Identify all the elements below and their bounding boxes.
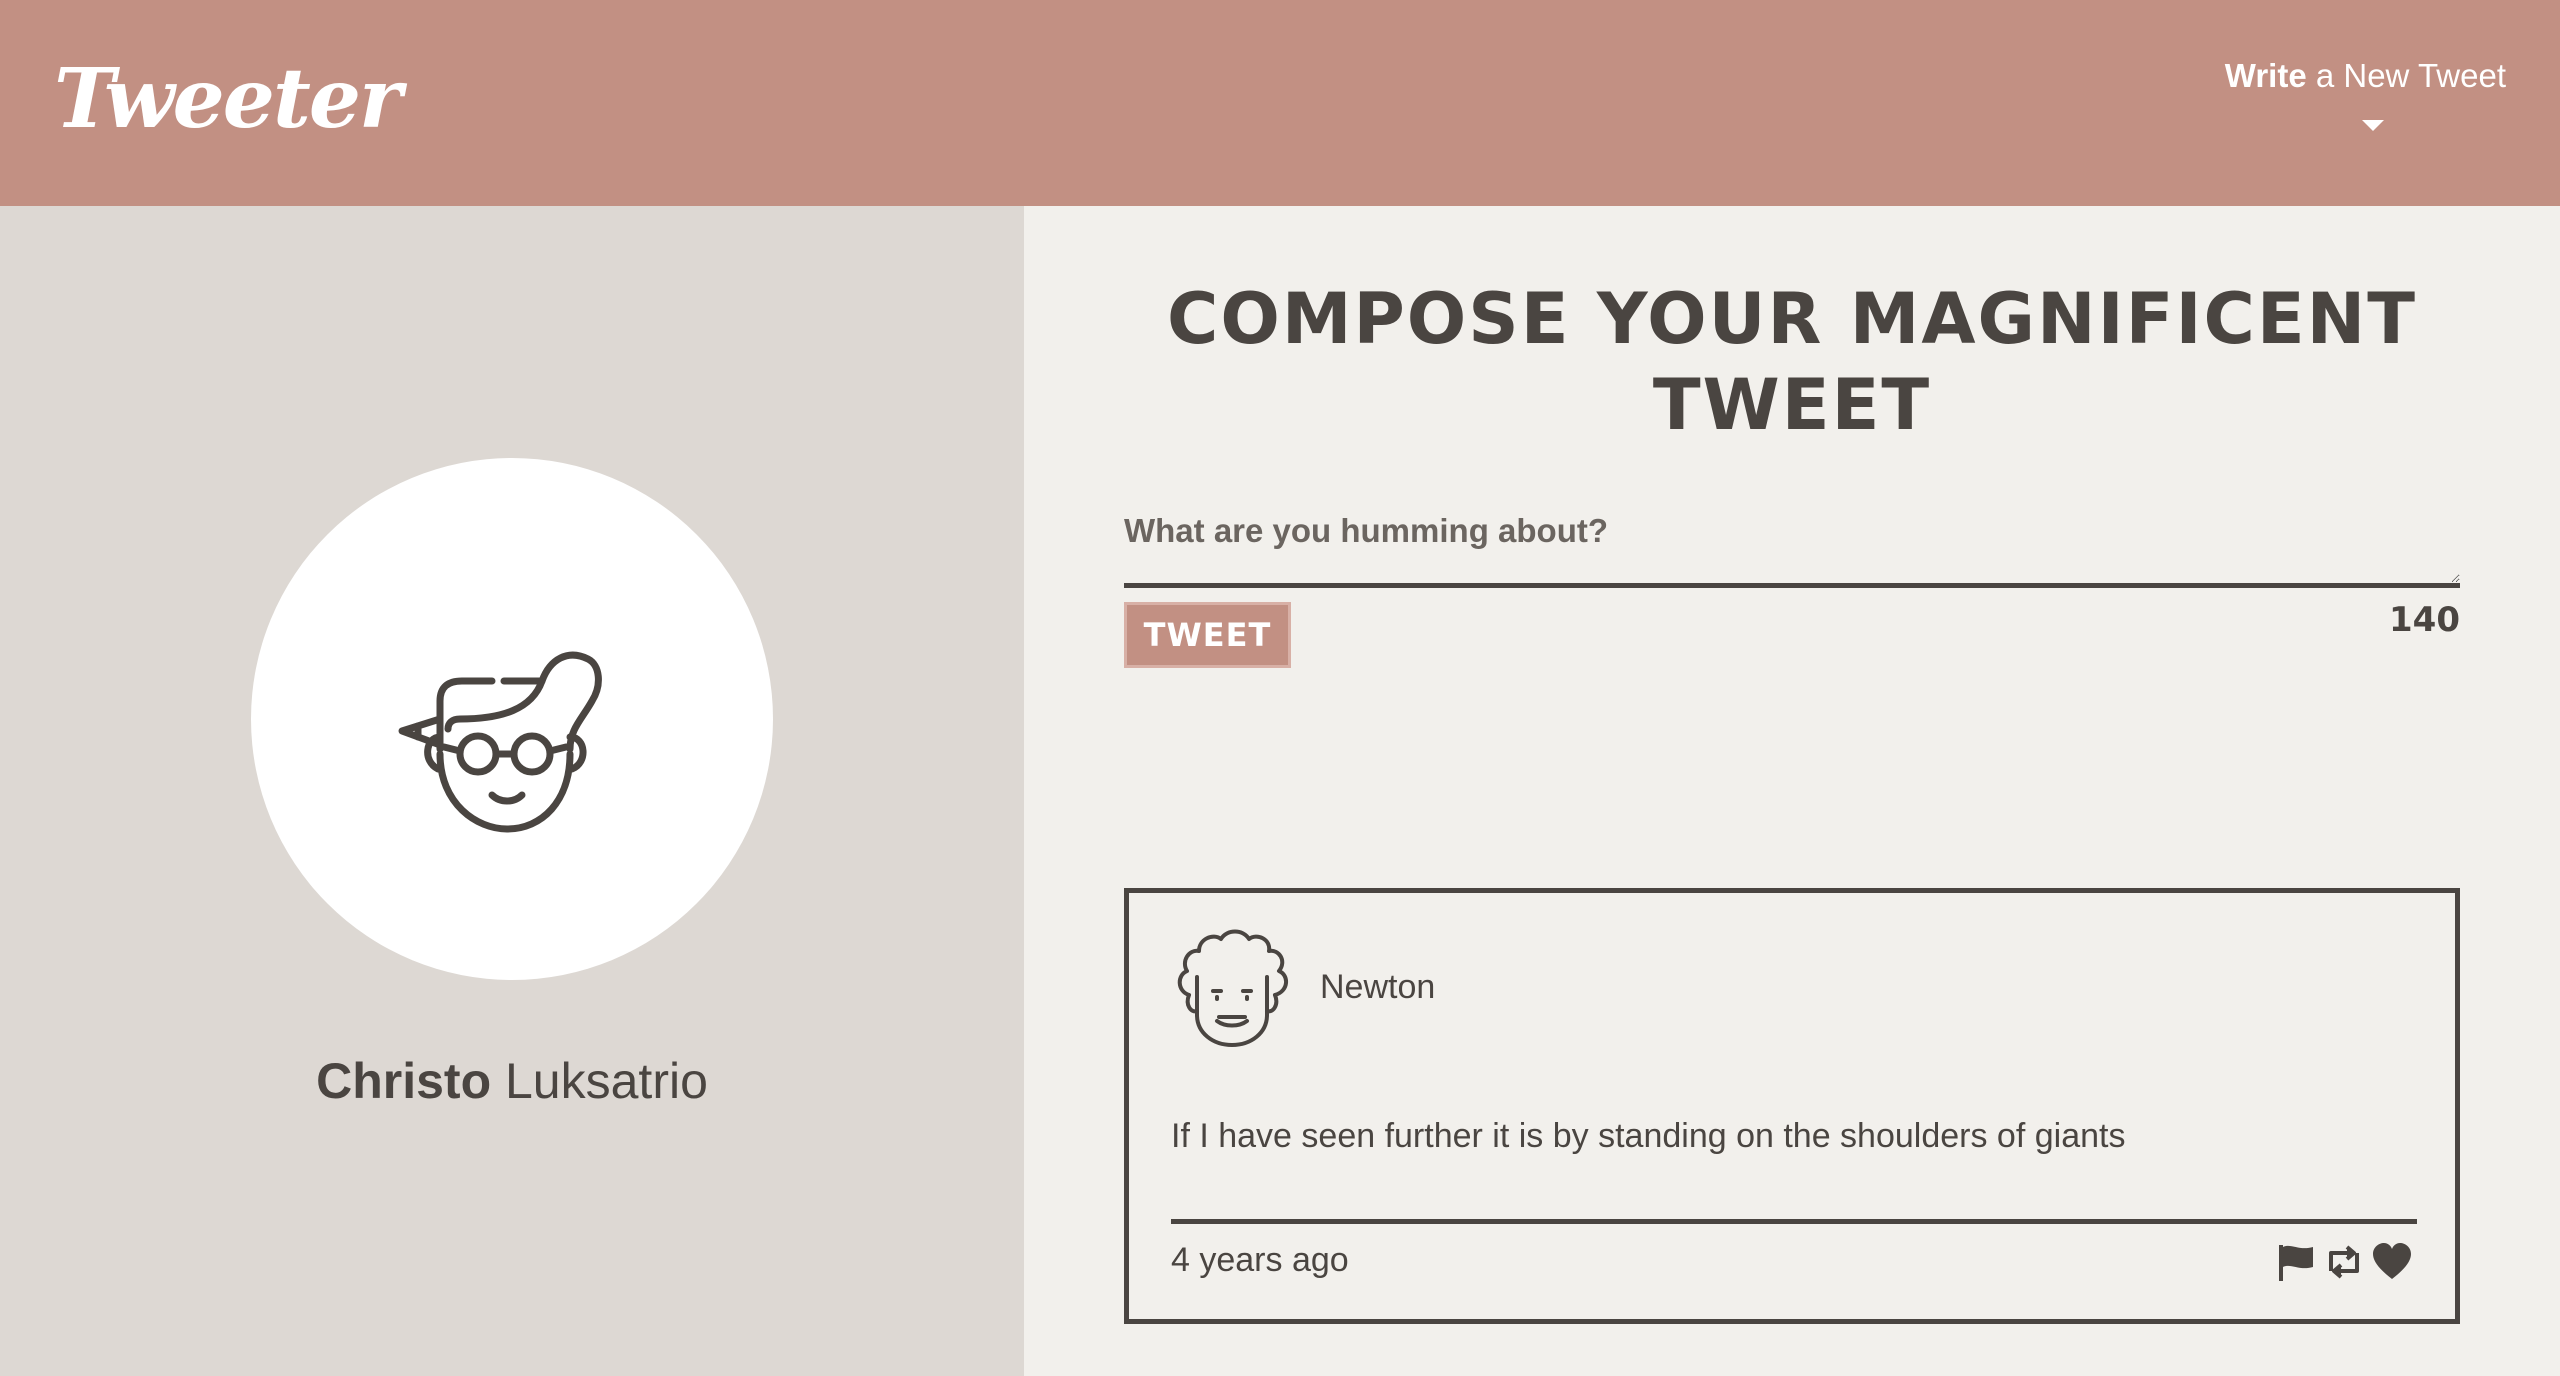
tweet-card: Newton If I have seen further it is by s…	[1124, 888, 2460, 1324]
tweet-timestamp: 4 years ago	[1171, 1241, 1349, 1279]
flag-icon[interactable]	[2275, 1241, 2317, 1283]
character-counter: 140	[2389, 600, 2460, 640]
tweet-author-name: Newton	[1320, 968, 1436, 1006]
tweet-author-avatar-icon	[1177, 929, 1288, 1047]
user-avatar-icon	[398, 651, 602, 833]
profile-first-name: Christo	[316, 1053, 492, 1109]
heart-icon[interactable]	[2371, 1241, 2413, 1283]
tweet-divider	[1171, 1219, 2417, 1224]
write-new-tweet-toggle[interactable]: Write a New Tweet	[2186, 54, 2506, 144]
profile-avatar	[251, 458, 773, 980]
tweet-actions	[2275, 1241, 2413, 1283]
write-label-bold: Write	[2224, 57, 2307, 94]
user-profile-panel: Christo Luksatrio	[0, 206, 1024, 1376]
top-navbar: Tweeter Write a New Tweet	[0, 0, 2560, 206]
tweet-input[interactable]	[1124, 506, 2460, 588]
compose-heading: Compose your magnificent tweet	[1166, 278, 2418, 446]
retweet-icon[interactable]	[2323, 1241, 2365, 1283]
app-logo[interactable]: Tweeter	[54, 58, 402, 140]
profile-name: Christo Luksatrio	[0, 1052, 1024, 1110]
profile-last-name: Luksatrio	[491, 1053, 708, 1109]
write-new-tweet-label[interactable]: Write a New Tweet	[2186, 54, 2506, 98]
write-label-rest: a New Tweet	[2306, 57, 2506, 94]
tweet-submit-button[interactable]: Tweet	[1124, 602, 1291, 668]
caret-down-icon[interactable]	[2362, 120, 2384, 131]
tweet-text: If I have seen further it is by standing…	[1171, 1117, 2126, 1155]
